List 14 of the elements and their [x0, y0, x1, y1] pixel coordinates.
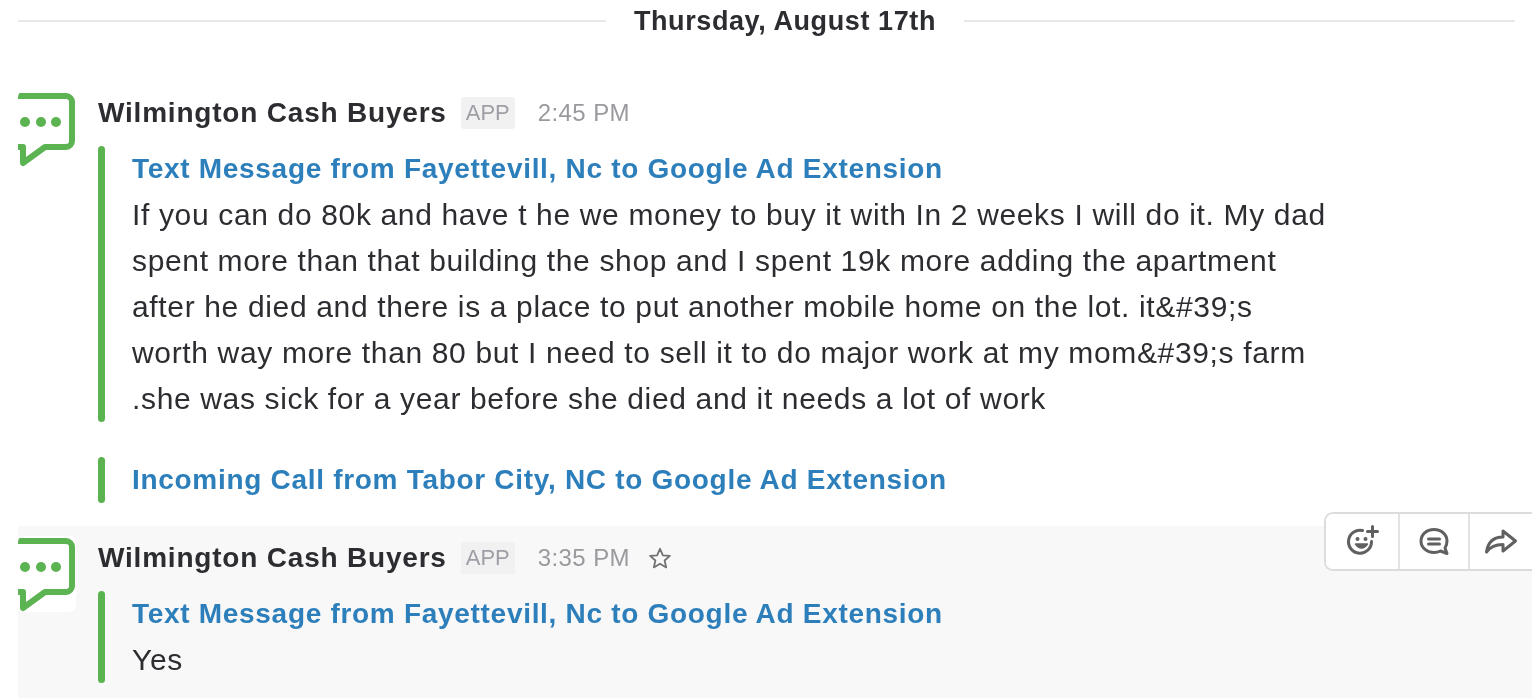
sender-name[interactable]: Wilmington Cash Buyers — [98, 542, 447, 574]
attachment-title-link[interactable]: Text Message from Fayettevill, Nc to Google Ad Extension — [132, 591, 943, 637]
app-badge: APP — [460, 542, 515, 574]
message-time[interactable]: 3:35 PM — [537, 544, 630, 572]
date-divider-label: Thursday, August 17th — [632, 5, 937, 37]
attachment-text: If you can do 80k and have t he we money to buy it with In 2 weeks I will do it. My dad spent more than that building the shop and I spent 19k more adding the apartment after he died and there is a place to put another mobile home on the lot. it&#39;s worth way more than 80 but I need to sell it to do major work at my mom&#39;s farm .she was sick for a year before she died and it needs a lot of work — [132, 197, 1327, 417]
star-icon[interactable] — [647, 546, 672, 570]
app-badge: APP — [460, 97, 515, 129]
attachment-title-link[interactable]: Text Message from Fayettevill, Nc to Google Ad Extension — [132, 146, 943, 192]
message-time[interactable]: 2:45 PM — [537, 99, 630, 127]
attachment-accent-bar — [98, 457, 105, 503]
sender-name[interactable]: Wilmington Cash Buyers — [98, 97, 447, 129]
attachment-text: Yes — [132, 642, 184, 678]
attachment-title-link[interactable]: Incoming Call from Tabor City, NC to Google Ad Extension — [132, 457, 947, 503]
